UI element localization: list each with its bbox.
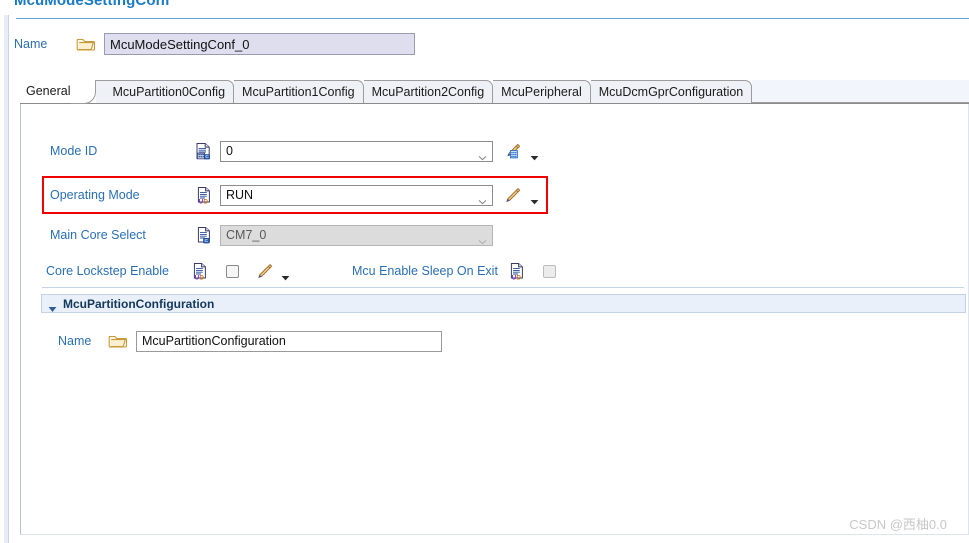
editor-title: McuModeSettingConf	[14, 0, 170, 9]
mode-id-label: Mode ID	[50, 144, 98, 158]
operating-mode-label: Operating Mode	[50, 188, 140, 202]
mode-id-value: 0	[226, 143, 233, 158]
field-row-mode-id: Mode ID C 0	[50, 138, 539, 164]
pencil-icon[interactable]	[503, 187, 521, 203]
tab-mcupartition1config[interactable]: McuPartition1Config	[234, 80, 364, 103]
form-separator	[42, 287, 964, 288]
tab-strip-filler	[752, 80, 969, 103]
watermark: CSDN @西柚0.0	[849, 517, 947, 532]
doc-ud-icon: U D	[195, 186, 212, 205]
operating-mode-combo[interactable]: RUN	[220, 184, 493, 206]
svg-text:D: D	[516, 274, 521, 280]
name-row: Name	[14, 32, 415, 56]
field-row-operating-mode: Operating Mode U D RUN	[50, 182, 539, 208]
field-row-main-core-select: Main Core Select C CM7_0	[50, 222, 493, 248]
folder-icon	[76, 36, 96, 52]
section-name-label: Name	[58, 334, 92, 348]
pencil-icon[interactable]	[255, 263, 273, 279]
tab-strip: General McuPartition0Config McuPartition…	[20, 80, 969, 104]
tab-body-general	[20, 104, 969, 535]
operating-mode-value: RUN	[226, 187, 254, 202]
doc-ud-icon: U D	[508, 262, 525, 281]
folder-icon	[108, 333, 128, 349]
section-name-input[interactable]	[136, 330, 442, 352]
field-row-core-lockstep-enable: Core Lockstep Enable U D Mcu Enable Slee…	[46, 258, 556, 284]
chevron-down-icon[interactable]	[281, 268, 290, 281]
core-lockstep-enable-label: Core Lockstep Enable	[46, 264, 169, 278]
mcu-enable-sleep-on-exit-label: Mcu Enable Sleep On Exit	[352, 264, 498, 278]
mcu-enable-sleep-on-exit-checkbox	[542, 264, 556, 278]
core-lockstep-enable-checkbox[interactable]	[226, 264, 239, 278]
pencil-calc-icon[interactable]	[503, 143, 521, 159]
main-core-select-value: CM7_0	[226, 227, 267, 242]
eclipse-editor-window: McuModeSettingConf Name General McuParti…	[0, 0, 969, 543]
tab-general[interactable]: General	[20, 80, 97, 104]
chevron-down-icon	[478, 232, 487, 245]
main-core-select-label: Main Core Select	[50, 228, 146, 242]
mode-id-combo[interactable]: 0	[220, 140, 493, 162]
chevron-down-icon[interactable]	[478, 148, 487, 161]
left-gutter-strip	[4, 15, 8, 543]
doc-c-icon: C	[195, 226, 212, 244]
svg-text:D: D	[203, 198, 208, 204]
tab-mcuperipheral[interactable]: McuPeripheral	[493, 80, 591, 103]
svg-text:D: D	[199, 274, 204, 280]
name-label: Name	[14, 37, 48, 51]
svg-text:C: C	[205, 238, 209, 244]
name-input[interactable]	[104, 33, 415, 55]
tab-mcupartition0config[interactable]: McuPartition0Config	[96, 80, 235, 103]
section-name-row: Name	[58, 329, 442, 353]
chevron-down-icon[interactable]	[530, 148, 539, 161]
chevron-down-icon[interactable]	[478, 192, 487, 205]
title-separator-rule	[16, 18, 969, 19]
section-header-mcupartitionconfiguration[interactable]: McuPartitionConfiguration	[41, 294, 966, 313]
section-title: McuPartitionConfiguration	[63, 296, 215, 311]
triangle-down-icon[interactable]	[48, 300, 57, 312]
doc-c-icon: C	[195, 142, 212, 160]
tab-mcupartition2config[interactable]: McuPartition2Config	[363, 80, 494, 103]
tab-mcudcmgprconfiguration[interactable]: McuDcmGprConfiguration	[590, 80, 753, 103]
chevron-down-icon[interactable]	[530, 192, 539, 205]
main-core-select-combo: CM7_0	[220, 224, 493, 246]
doc-ud-icon: U D	[191, 262, 208, 281]
